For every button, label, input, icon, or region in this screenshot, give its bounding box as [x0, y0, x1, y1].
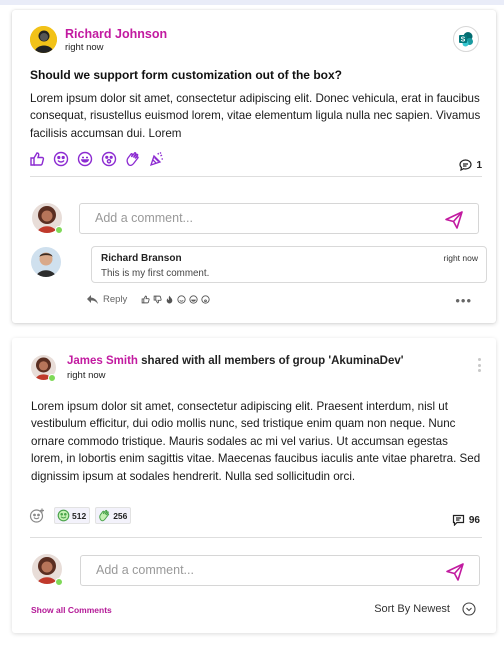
- top-accent-bar: [0, 0, 504, 5]
- smile-icon[interactable]: [53, 151, 69, 167]
- post-timestamp: right now: [67, 370, 106, 381]
- sharepoint-icon[interactable]: S: [453, 26, 479, 52]
- sort-label: Sort By Newest: [374, 603, 450, 615]
- comment-box[interactable]: [79, 203, 479, 234]
- thumbs-down-icon[interactable]: [153, 295, 162, 304]
- smile-icon: [57, 509, 70, 522]
- laugh-icon[interactable]: [189, 295, 198, 304]
- reply-icon[interactable]: [87, 295, 98, 304]
- commenter-name[interactable]: Richard Branson: [101, 253, 182, 264]
- comment-icon: [452, 514, 464, 526]
- post-title: Should we support form customization out…: [30, 68, 342, 82]
- post-card: James Smith shared with all members of g…: [12, 338, 496, 633]
- send-icon[interactable]: [445, 562, 465, 582]
- comment-box[interactable]: [80, 555, 480, 586]
- comment-count[interactable]: 96: [452, 514, 480, 526]
- show-all-comments-link[interactable]: Show all Comments: [31, 605, 112, 615]
- comment-actions: Reply: [87, 294, 210, 305]
- comment-count[interactable]: 1: [459, 159, 482, 171]
- celebrate-icon[interactable]: [149, 151, 165, 167]
- send-icon[interactable]: [444, 210, 464, 230]
- online-status-dot: [55, 226, 63, 234]
- clap-icon: [99, 509, 110, 522]
- clap-icon[interactable]: [125, 151, 141, 167]
- comment-input[interactable]: [95, 211, 415, 225]
- online-status-dot: [55, 578, 63, 586]
- svg-text:S: S: [461, 37, 466, 44]
- comment-item: Richard Branson right now This is my fir…: [91, 246, 487, 283]
- author-name[interactable]: Richard Johnson: [65, 27, 167, 41]
- post-card: Richard Johnson right now S Should we su…: [12, 10, 496, 323]
- avatar[interactable]: [31, 247, 61, 277]
- post-body: Lorem ipsum dolor sit amet, consectetur …: [30, 92, 481, 140]
- wow-icon[interactable]: [101, 151, 117, 167]
- author-header: James Smith shared with all members of g…: [67, 355, 404, 367]
- divider: [30, 176, 482, 177]
- avatar[interactable]: [30, 26, 57, 53]
- comment-timestamp: right now: [443, 253, 479, 263]
- comment-icon: [459, 159, 473, 171]
- online-status-dot: [48, 374, 56, 382]
- thumbs-up-icon[interactable]: [29, 151, 45, 167]
- share-description: shared with all members of group 'Akumin…: [141, 355, 404, 367]
- comment-text: This is my first comment.: [101, 268, 210, 279]
- reply-button[interactable]: Reply: [103, 294, 127, 305]
- post-body: Lorem ipsum dolor sit amet, consectetur …: [31, 400, 481, 483]
- kebab-menu-icon[interactable]: [478, 358, 482, 375]
- reaction-summary: 512 256: [29, 507, 132, 524]
- fire-icon[interactable]: [165, 295, 174, 304]
- comment-reaction-bar: [141, 295, 210, 304]
- thumbs-up-icon[interactable]: [141, 295, 150, 304]
- smile-icon[interactable]: [177, 295, 186, 304]
- reaction-bar: [29, 151, 165, 167]
- wow-icon[interactable]: [201, 295, 210, 304]
- post-timestamp: right now: [65, 42, 104, 53]
- laugh-icon[interactable]: [77, 151, 93, 167]
- add-reaction-icon[interactable]: [29, 507, 46, 524]
- author-name[interactable]: James Smith: [67, 355, 138, 367]
- divider: [30, 537, 482, 538]
- chevron-down-icon[interactable]: [462, 602, 476, 616]
- sort-dropdown[interactable]: Sort By Newest: [374, 602, 476, 616]
- reaction-chip[interactable]: 256: [95, 507, 132, 524]
- more-options-button[interactable]: •••: [455, 293, 472, 308]
- reaction-chip[interactable]: 512: [54, 507, 91, 524]
- comment-input[interactable]: [96, 563, 416, 577]
